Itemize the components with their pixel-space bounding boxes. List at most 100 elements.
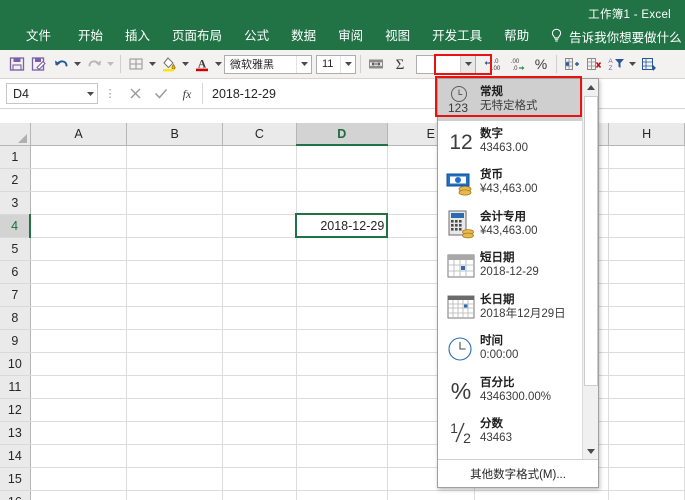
cell-h12[interactable] bbox=[608, 398, 685, 422]
cell-a13[interactable] bbox=[30, 421, 128, 445]
cell-c7[interactable] bbox=[222, 283, 297, 307]
undo-icon[interactable] bbox=[50, 53, 72, 76]
fill-color-icon[interactable] bbox=[158, 53, 180, 76]
cell-c4[interactable] bbox=[222, 214, 297, 238]
cell-h3[interactable] bbox=[608, 191, 685, 215]
cell-b13[interactable] bbox=[126, 421, 224, 445]
number-format-combo[interactable] bbox=[416, 54, 476, 74]
cell-h11[interactable] bbox=[608, 375, 685, 399]
row-header-11[interactable]: 11 bbox=[0, 375, 31, 399]
cell-b6[interactable] bbox=[126, 260, 224, 284]
cell-c5[interactable] bbox=[222, 237, 297, 261]
cell-h10[interactable] bbox=[608, 352, 685, 376]
row-header-3[interactable]: 3 bbox=[0, 191, 31, 215]
cell-c8[interactable] bbox=[222, 306, 297, 330]
cell-a6[interactable] bbox=[30, 260, 128, 284]
cell-c1[interactable] bbox=[222, 145, 297, 169]
cell-c16[interactable] bbox=[222, 490, 297, 500]
column-header-d[interactable]: D bbox=[296, 123, 388, 146]
cell-d9[interactable] bbox=[296, 329, 388, 353]
ribbon-tab-review[interactable]: 审阅 bbox=[327, 22, 374, 50]
row-header-16[interactable]: 16 bbox=[0, 490, 31, 500]
cell-a2[interactable] bbox=[30, 168, 128, 192]
number-format-item-long-date[interactable]: 长日期 2018年12月29日 bbox=[438, 287, 598, 329]
delete-cells-icon[interactable] bbox=[583, 53, 605, 76]
cell-d6[interactable] bbox=[296, 260, 388, 284]
number-format-item-fraction[interactable]: 1 2 分数 43463 bbox=[438, 411, 598, 453]
cell-b5[interactable] bbox=[126, 237, 224, 261]
ribbon-tab-developer[interactable]: 开发工具 bbox=[421, 22, 493, 50]
merge-cells-icon[interactable] bbox=[365, 53, 387, 76]
cell-d8[interactable] bbox=[296, 306, 388, 330]
cell-h9[interactable] bbox=[608, 329, 685, 353]
cell-d16[interactable] bbox=[296, 490, 388, 500]
ribbon-tab-home[interactable]: 开始 bbox=[67, 22, 114, 50]
decrease-decimal-icon[interactable]: .00 .0 bbox=[506, 53, 530, 76]
select-all-corner[interactable] bbox=[0, 123, 31, 146]
cell-a4[interactable] bbox=[30, 214, 128, 238]
increase-decimal-icon[interactable]: .0 .00 bbox=[482, 53, 506, 76]
cell-c12[interactable] bbox=[222, 398, 297, 422]
number-format-caret-icon[interactable] bbox=[460, 55, 475, 73]
font-name-caret-icon[interactable] bbox=[296, 55, 311, 73]
format-icon[interactable] bbox=[638, 53, 660, 76]
cell-c14[interactable] bbox=[222, 444, 297, 468]
scroll-up-icon[interactable] bbox=[583, 79, 598, 95]
cell-a15[interactable] bbox=[30, 467, 128, 491]
cell-a8[interactable] bbox=[30, 306, 128, 330]
cell-c15[interactable] bbox=[222, 467, 297, 491]
tell-me-box[interactable]: 告诉我你想要做什么 bbox=[550, 27, 682, 46]
cell-d13[interactable] bbox=[296, 421, 388, 445]
ribbon-tab-formulas[interactable]: 公式 bbox=[233, 22, 280, 50]
cell-a10[interactable] bbox=[30, 352, 128, 376]
scroll-down-icon[interactable] bbox=[583, 443, 598, 459]
cell-c11[interactable] bbox=[222, 375, 297, 399]
cell-d4[interactable]: 2018-12-29 bbox=[295, 213, 389, 238]
ribbon-tab-view[interactable]: 视图 bbox=[374, 22, 421, 50]
cell-b7[interactable] bbox=[126, 283, 224, 307]
cell-b12[interactable] bbox=[126, 398, 224, 422]
row-header-5[interactable]: 5 bbox=[0, 237, 31, 261]
cell-d2[interactable] bbox=[296, 168, 388, 192]
font-color-dropdown-caret-icon[interactable] bbox=[213, 53, 224, 76]
cell-h4[interactable] bbox=[608, 214, 685, 238]
cell-d7[interactable] bbox=[296, 283, 388, 307]
column-header-h[interactable]: H bbox=[608, 123, 685, 146]
cell-a9[interactable] bbox=[30, 329, 128, 353]
row-header-7[interactable]: 7 bbox=[0, 283, 31, 307]
cell-h8[interactable] bbox=[608, 306, 685, 330]
save-icon[interactable] bbox=[6, 53, 28, 76]
cell-f16[interactable] bbox=[474, 490, 610, 500]
more-number-formats-item[interactable]: 其他数字格式(M)... bbox=[438, 459, 598, 487]
cell-c2[interactable] bbox=[222, 168, 297, 192]
cell-d14[interactable] bbox=[296, 444, 388, 468]
cell-b4[interactable] bbox=[126, 214, 224, 238]
row-header-15[interactable]: 15 bbox=[0, 467, 31, 491]
row-header-1[interactable]: 1 bbox=[0, 145, 31, 169]
number-format-item-accounting[interactable]: 会计专用 ¥43,463.00 bbox=[438, 204, 598, 246]
column-header-c[interactable]: C bbox=[222, 123, 297, 146]
cell-h16[interactable] bbox=[608, 490, 685, 500]
scrollbar-thumb[interactable] bbox=[584, 96, 598, 386]
font-size-caret-icon[interactable] bbox=[340, 55, 355, 73]
confirm-icon[interactable] bbox=[148, 83, 174, 105]
cell-b3[interactable] bbox=[126, 191, 224, 215]
ribbon-tab-data[interactable]: 数据 bbox=[280, 22, 327, 50]
cell-c13[interactable] bbox=[222, 421, 297, 445]
row-header-2[interactable]: 2 bbox=[0, 168, 31, 192]
cell-a1[interactable] bbox=[30, 145, 128, 169]
cell-a12[interactable] bbox=[30, 398, 128, 422]
cell-d12[interactable] bbox=[296, 398, 388, 422]
font-name-combo[interactable]: 微软雅黑 bbox=[224, 54, 312, 74]
undo-dropdown-caret-icon[interactable] bbox=[72, 53, 83, 76]
font-color-icon[interactable]: A bbox=[191, 53, 213, 76]
row-header-8[interactable]: 8 bbox=[0, 306, 31, 330]
cell-a5[interactable] bbox=[30, 237, 128, 261]
row-header-13[interactable]: 13 bbox=[0, 421, 31, 445]
cell-a14[interactable] bbox=[30, 444, 128, 468]
cell-b9[interactable] bbox=[126, 329, 224, 353]
cell-b2[interactable] bbox=[126, 168, 224, 192]
cell-h14[interactable] bbox=[608, 444, 685, 468]
number-format-item-time[interactable]: 时间 0:00:00 bbox=[438, 328, 598, 370]
cell-a16[interactable] bbox=[30, 490, 128, 500]
